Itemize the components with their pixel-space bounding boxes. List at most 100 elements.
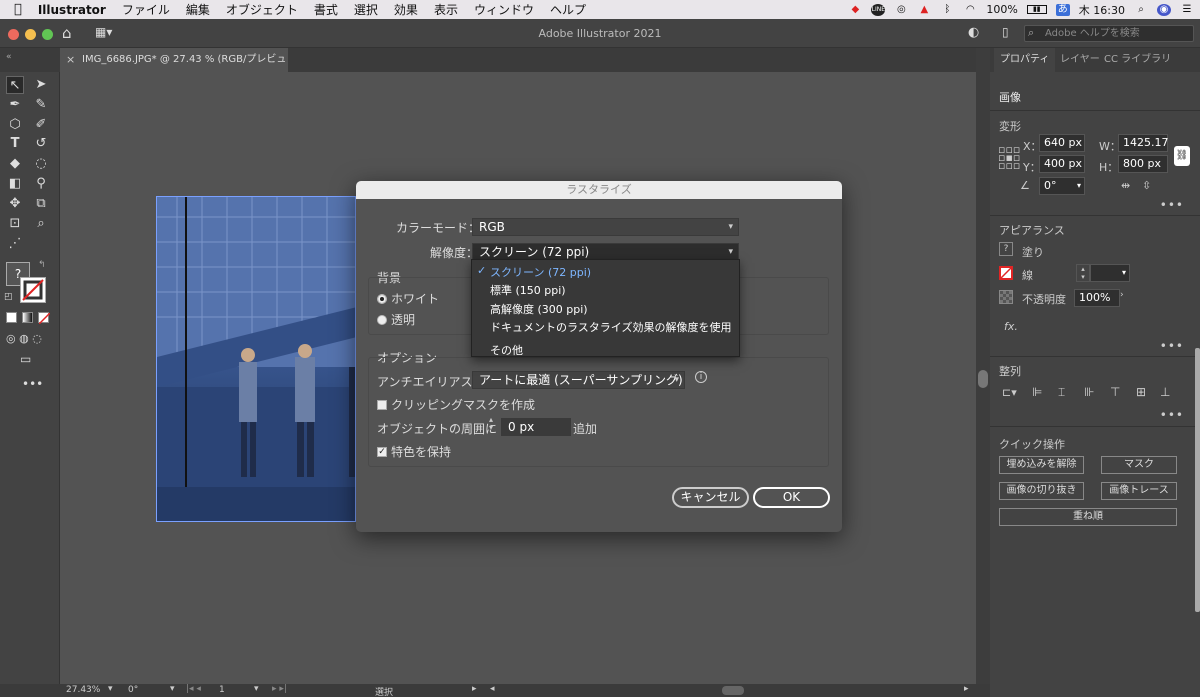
menu-effect[interactable]: 効果 — [386, 1, 426, 18]
eyedropper-tool-icon[interactable]: ⚲ — [32, 175, 50, 193]
tab-properties[interactable]: プロパティ — [994, 48, 1056, 72]
fx-button[interactable]: fx. — [1004, 320, 1018, 333]
pen-tool-icon[interactable]: ✒ — [6, 96, 24, 114]
stepper-arrows-icon[interactable]: ▴ ▾ — [489, 416, 493, 432]
gradient-mode-icon[interactable] — [22, 312, 33, 323]
info-icon[interactable]: i — [695, 371, 707, 383]
placed-image[interactable] — [156, 196, 356, 522]
transform-more-icon[interactable]: ••• — [1160, 198, 1184, 212]
blend-tool-icon[interactable]: ⧉ — [32, 195, 50, 213]
align-to-icon[interactable]: ⊏▾ — [1002, 386, 1017, 399]
artboard-nav-prev-icon[interactable]: |◂ ◂ — [186, 684, 201, 694]
zoom-dropdown-icon[interactable]: ▾ — [108, 684, 113, 694]
lasso-tool-icon[interactable]: ◌ — [32, 155, 50, 173]
artboard-nav-next-icon[interactable]: ▸ ▸| — [272, 684, 287, 694]
creative-cloud-icon[interactable]: ◎ — [894, 4, 908, 16]
artboard-number[interactable]: 1 — [219, 685, 225, 695]
eraser-tool-icon[interactable]: ◆ — [6, 155, 24, 173]
stroke-stepper-icon[interactable]: ▴ ▾ — [1076, 264, 1090, 282]
more-tools-icon[interactable]: ••• — [22, 377, 43, 391]
help-search-input[interactable]: Adobe ヘルプを検索 — [1024, 25, 1194, 42]
opacity-input[interactable]: 100% — [1074, 289, 1120, 307]
rotation-dropdown-icon[interactable]: ▾ — [170, 684, 175, 694]
scroll-thumb[interactable] — [978, 370, 988, 388]
align-bottom-icon[interactable]: ⊥ — [1160, 385, 1170, 399]
align-more-icon[interactable]: ••• — [1160, 408, 1184, 422]
menu-select[interactable]: 選択 — [346, 1, 386, 18]
unembed-button[interactable]: 埋め込みを解除 — [999, 456, 1084, 474]
type-tool-icon[interactable]: T — [6, 135, 24, 153]
collapse-toolbar-icon[interactable]: « — [6, 52, 12, 62]
status-more-icon[interactable]: ▸ — [472, 684, 477, 694]
arrange-button[interactable]: 重ね順 — [999, 508, 1177, 526]
image-trace-button[interactable]: 画像トレース — [1101, 482, 1177, 500]
app-menu[interactable]: Illustrator — [30, 3, 114, 17]
close-tab-icon[interactable]: × — [66, 48, 75, 72]
resolution-option-other[interactable]: その他 — [490, 342, 523, 358]
stroke-none-swatch[interactable] — [999, 266, 1013, 280]
align-left-icon[interactable]: ⊫ — [1032, 385, 1042, 399]
direct-selection-tool-icon[interactable]: ➤ — [32, 76, 50, 94]
clipping-mask-checkbox[interactable]: クリッピングマスクを作成 — [377, 396, 535, 413]
apple-menu-icon[interactable]:  — [0, 2, 30, 17]
alert-icon[interactable]: ▲ — [917, 4, 931, 16]
flip-horizontal-icon[interactable]: ⇹ — [1121, 179, 1130, 192]
paintbrush-tool-icon[interactable]: ✐ — [32, 116, 50, 134]
spotlight-icon[interactable]: ⌕ — [1134, 4, 1148, 16]
preserve-spot-checkbox[interactable]: ✓ 特色を保持 — [377, 443, 451, 460]
edit-toolbar-icon[interactable]: ⋰ — [6, 235, 24, 253]
bluetooth-icon[interactable]: ᛒ — [940, 4, 954, 16]
menu-help[interactable]: ヘルプ — [542, 1, 594, 18]
align-center-icon[interactable]: ⌶ — [1058, 385, 1065, 400]
puppet-warp-tool-icon[interactable]: ✥ — [6, 195, 24, 213]
document-tab[interactable]: × IMG_6686.JPG* @ 27.43 % (RGB/プレビュー) — [60, 48, 288, 89]
rotate-input[interactable]: 0° ▾ — [1039, 177, 1085, 195]
panel-scrollbar[interactable] — [1195, 348, 1200, 612]
scroll-right-icon[interactable]: ▸ — [964, 684, 969, 694]
draw-mode-icon[interactable]: ◎ ◍ ◌ — [6, 332, 42, 345]
dropbox-icon[interactable]: ◆ — [848, 4, 862, 16]
menu-type[interactable]: 書式 — [306, 1, 346, 18]
fill-unknown-swatch[interactable]: ? — [999, 242, 1013, 256]
align-right-icon[interactable]: ⊪ — [1084, 385, 1094, 399]
align-middle-icon[interactable]: ⊞ — [1136, 385, 1146, 399]
input-method-icon[interactable]: あ — [1055, 3, 1070, 16]
resolution-option-screen[interactable]: スクリーン (72 ppi) — [490, 264, 591, 280]
vertical-scrollbar[interactable] — [976, 48, 990, 684]
align-top-icon[interactable]: ⊤ — [1110, 385, 1120, 399]
h-input[interactable]: 800 px — [1118, 155, 1168, 173]
artboard-dropdown-icon[interactable]: ▾ — [254, 684, 259, 694]
rotate-tool-icon[interactable]: ↺ — [32, 135, 50, 153]
color-mode-select[interactable]: RGB ▾ — [472, 218, 739, 236]
mask-button[interactable]: マスク — [1101, 456, 1177, 474]
add-around-input[interactable]: 0 px — [501, 418, 571, 436]
screen-mode-icon[interactable]: ▭ — [20, 352, 31, 366]
stroke-weight-input[interactable]: ▾ — [1090, 264, 1130, 282]
siri-icon[interactable]: ◉ — [1157, 3, 1171, 16]
panel-toggle-icon[interactable]: ▯ — [1002, 25, 1009, 39]
menu-window[interactable]: ウィンドウ — [466, 1, 542, 18]
chevron-right-icon[interactable]: › — [1120, 290, 1124, 300]
y-input[interactable]: 400 px — [1039, 155, 1085, 173]
control-center-icon[interactable]: ☰ — [1180, 4, 1194, 16]
stroke-swatch[interactable] — [20, 277, 46, 303]
curvature-tool-icon[interactable]: ✎ — [32, 96, 50, 114]
horizontal-scroll-thumb[interactable] — [722, 686, 744, 695]
x-input[interactable]: 640 px — [1039, 134, 1085, 152]
crop-image-button[interactable]: 画像の切り抜き — [999, 482, 1084, 500]
color-mode-icon[interactable] — [6, 312, 17, 323]
menu-view[interactable]: 表示 — [426, 1, 466, 18]
menu-object[interactable]: オブジェクト — [218, 1, 306, 18]
default-colors-icon[interactable]: ◰ — [4, 292, 13, 302]
ok-button[interactable]: OK — [753, 487, 830, 508]
antialias-select[interactable]: アートに最適 (スーパーサンプリング) ▾ — [472, 371, 685, 389]
rotation-value[interactable]: 0° — [128, 685, 138, 695]
clock[interactable]: 木 16:30 — [1079, 2, 1125, 18]
reference-point-icon[interactable]: ▫▫▫ ▫▪▫ ▫▫▫ — [998, 144, 1020, 171]
menu-file[interactable]: ファイル — [114, 1, 178, 18]
shape-tool-icon[interactable]: ⬡ — [6, 116, 24, 134]
constrain-proportions-icon[interactable]: ⛓ — [1174, 146, 1190, 166]
artboard-tool-icon[interactable]: ⊡ — [6, 215, 24, 233]
selection-tool-icon[interactable]: ↖ — [6, 76, 24, 94]
background-white-radio[interactable]: ホワイト — [377, 290, 439, 307]
